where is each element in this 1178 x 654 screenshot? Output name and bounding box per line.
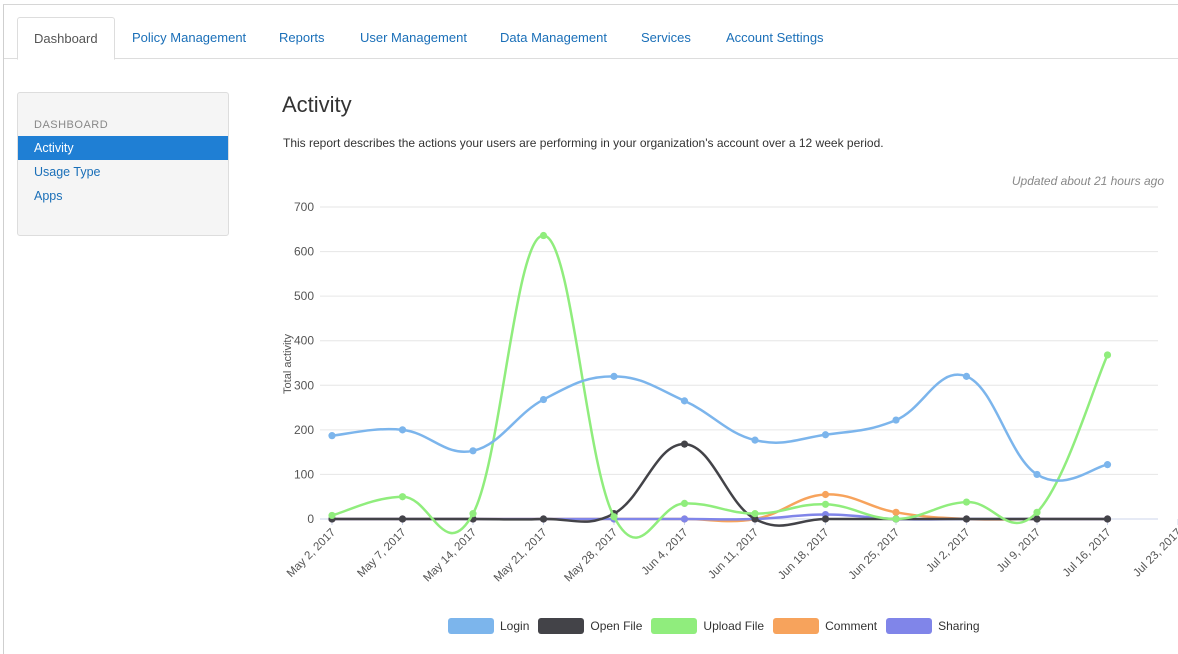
x-tick-label: Jun 25, 2017 — [847, 527, 903, 583]
x-tick-label: May 28, 2017 — [562, 527, 620, 585]
data-point-upload-file — [469, 510, 477, 518]
data-point-upload-file — [821, 500, 830, 508]
data-point-upload-file — [892, 515, 900, 523]
y-tick-label: 100 — [294, 467, 314, 481]
x-tick-label: May 7, 2017 — [355, 527, 408, 580]
activity-line-chart: 0 100 200 300 400 500 600 700 Total activity May … — [282, 200, 1178, 585]
legend-swatch — [773, 618, 820, 634]
data-point-upload-file — [398, 493, 407, 501]
legend-swatch — [448, 618, 494, 634]
data-point-upload-file — [962, 498, 971, 506]
data-point-login — [610, 372, 618, 380]
data-point-login — [1103, 461, 1112, 469]
data-point-open-file — [539, 515, 548, 523]
data-point-login — [821, 431, 830, 439]
data-point-open-file — [1033, 515, 1041, 523]
series-line-upload-file — [330, 234, 1109, 539]
series-line-open-file — [330, 442, 1109, 527]
data-point-open-file — [680, 440, 689, 448]
x-tick-label: Jul 16, 2017 — [1061, 527, 1114, 580]
legend-swatch — [651, 618, 698, 634]
y-tick-label: 400 — [294, 334, 314, 348]
x-tick-label: May 14, 2017 — [421, 527, 479, 585]
data-point-open-file — [962, 515, 971, 523]
series-line-login — [330, 373, 1109, 482]
data-point-comment — [821, 490, 830, 499]
y-axis-title: Total activity — [282, 334, 294, 394]
y-tick-label: 500 — [294, 289, 314, 303]
y-tick-label: 200 — [294, 423, 314, 437]
x-tick-label: Jul 2, 2017 — [924, 527, 972, 575]
legend-item-open-file[interactable]: Open File — [538, 618, 642, 634]
data-point-upload-file — [1033, 508, 1041, 516]
data-point-login — [398, 426, 407, 434]
data-point-login — [539, 395, 548, 404]
data-point-login — [328, 432, 336, 440]
data-point-upload-file — [539, 231, 548, 240]
data-point-upload-file — [751, 510, 759, 518]
x-tick-label: May 21, 2017 — [492, 527, 550, 585]
legend-label: Login — [500, 619, 530, 633]
data-point-comment — [892, 508, 900, 516]
data-point-login — [751, 436, 759, 444]
data-point-open-file — [1103, 515, 1112, 523]
legend-label: Sharing — [938, 619, 980, 633]
data-point-login — [962, 372, 971, 380]
data-point-sharing — [680, 515, 689, 523]
data-point-upload-file — [1103, 351, 1112, 359]
x-tick-label: Jun 4, 2017 — [640, 527, 691, 578]
legend-item-upload-file[interactable]: Upload File — [651, 618, 764, 634]
legend-item-login[interactable]: Login — [448, 618, 529, 634]
chart-legend: Login Open File Upload File Comment Sharing — [448, 615, 989, 637]
data-point-upload-file — [328, 511, 336, 520]
legend-swatch — [886, 618, 933, 634]
x-tick-label: Jul 23, 2017 — [1131, 527, 1178, 580]
data-point-open-file — [821, 515, 830, 523]
y-tick-label: 0 — [307, 512, 314, 526]
legend-item-comment[interactable]: Comment — [773, 618, 877, 634]
legend-label: Comment — [825, 619, 878, 633]
data-point-login — [469, 447, 477, 455]
legend-swatch — [538, 618, 585, 634]
y-tick-label: 300 — [294, 378, 314, 392]
data-point-upload-file — [680, 499, 689, 507]
legend-label: Upload File — [703, 619, 765, 633]
y-tick-label: 700 — [294, 200, 314, 214]
legend-item-sharing[interactable]: Sharing — [886, 618, 980, 634]
data-point-upload-file — [610, 513, 618, 521]
data-point-open-file — [398, 515, 407, 523]
x-tick-label: Jul 9, 2017 — [995, 527, 1043, 575]
x-tick-label: May 2, 2017 — [285, 527, 338, 580]
data-point-login — [680, 397, 689, 405]
data-point-login — [1033, 470, 1041, 479]
y-tick-label: 600 — [294, 245, 314, 259]
x-tick-label: Jun 11, 2017 — [706, 527, 761, 582]
data-point-login — [892, 416, 900, 424]
x-tick-label: Jun 18, 2017 — [776, 527, 832, 583]
legend-label: Open File — [590, 619, 643, 633]
